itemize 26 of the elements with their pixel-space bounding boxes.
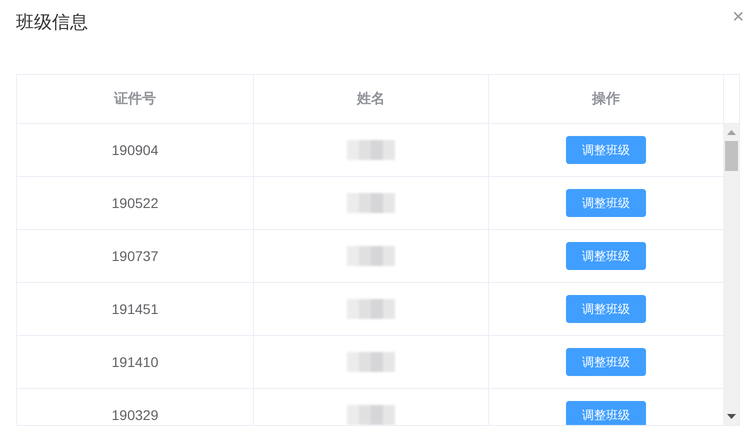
table-cell: 191410	[112, 354, 158, 370]
table-cell: 190904	[112, 142, 158, 158]
adjust-class-button[interactable]: 调整班级	[566, 189, 646, 217]
close-button[interactable]: ×	[732, 6, 744, 28]
scrollbar[interactable]	[723, 124, 739, 425]
column-header: 操作	[592, 90, 620, 108]
blurred-name	[347, 193, 395, 213]
scroll-thumb[interactable]	[725, 141, 738, 171]
blurred-name	[347, 246, 395, 266]
table-cell: 191451	[112, 301, 158, 317]
table-cell: 190329	[112, 407, 158, 423]
adjust-class-button[interactable]: 调整班级	[566, 242, 646, 270]
column-header: 姓名	[357, 90, 385, 108]
column-header: 证件号	[114, 90, 156, 108]
scroll-up-icon[interactable]	[727, 130, 736, 135]
dialog-title: 班级信息	[16, 11, 88, 34]
scroll-down-icon[interactable]	[727, 414, 736, 419]
blurred-name	[347, 352, 395, 372]
table-cell: 190737	[112, 248, 158, 264]
adjust-class-button[interactable]: 调整班级	[566, 136, 646, 164]
table-cell: 190522	[112, 195, 158, 211]
adjust-class-button[interactable]: 调整班级	[566, 348, 646, 376]
blurred-name	[347, 299, 395, 319]
adjust-class-button[interactable]: 调整班级	[566, 401, 646, 425]
blurred-name	[347, 140, 395, 160]
adjust-class-button[interactable]: 调整班级	[566, 295, 646, 323]
